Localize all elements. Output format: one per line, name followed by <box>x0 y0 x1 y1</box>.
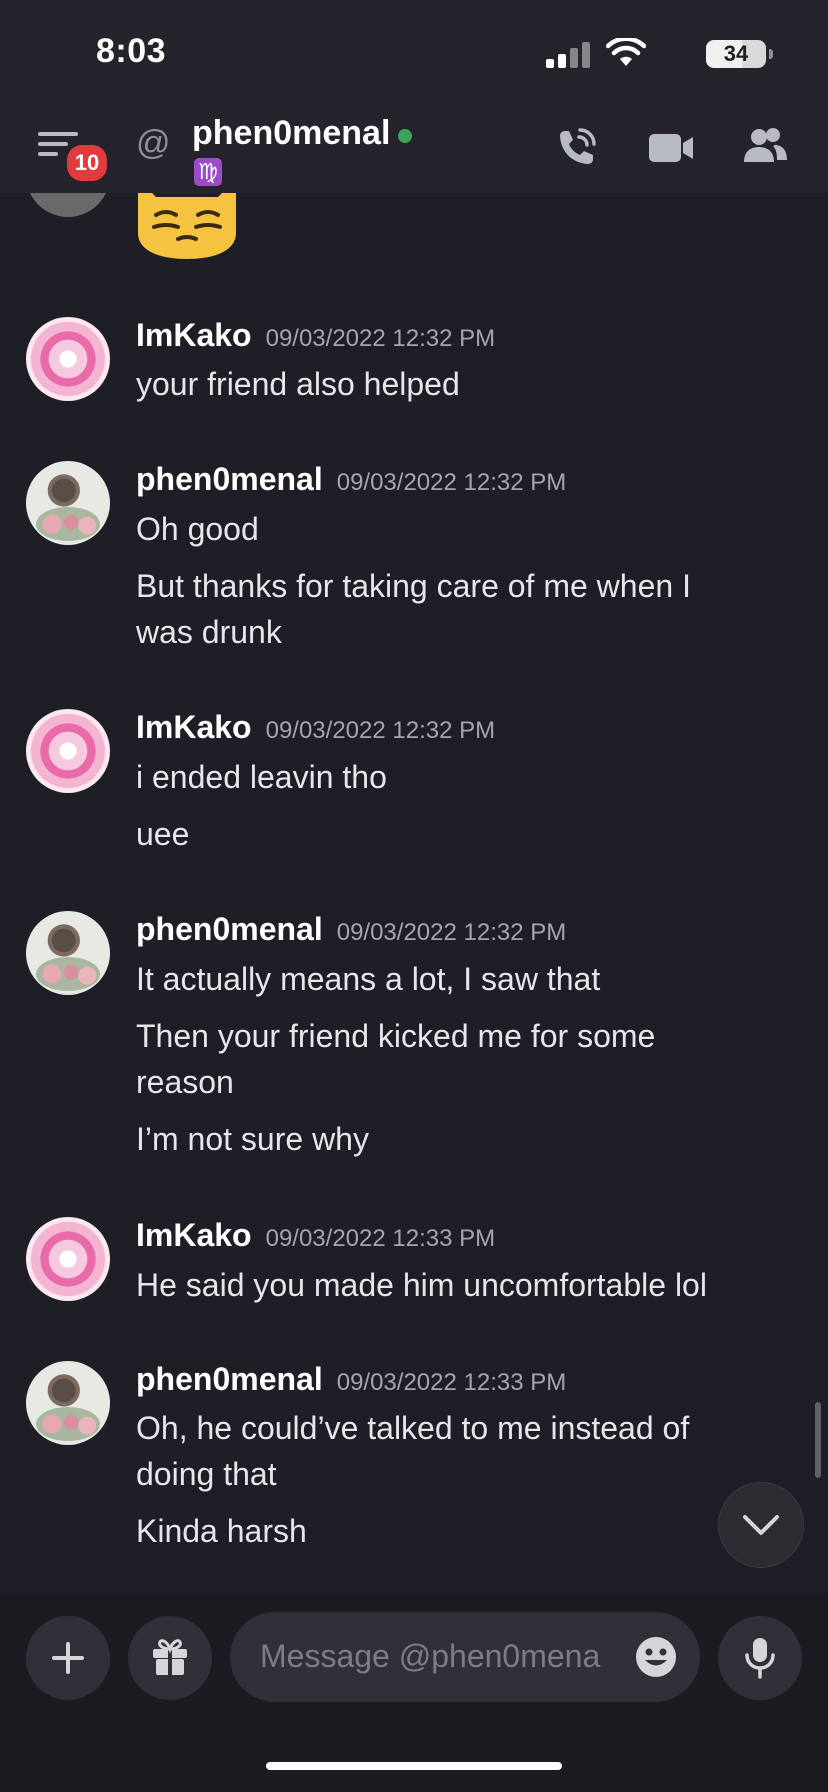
message-author[interactable]: ImKako 09/03/2022 12:32 PM <box>136 317 495 354</box>
battery-level: 34 <box>723 41 749 66</box>
gift-button[interactable] <box>128 1616 212 1700</box>
top-bar <box>0 0 828 193</box>
message-timestamp: 09/03/2022 12:32 PM <box>336 469 567 496</box>
video-icon[interactable] <box>648 130 694 166</box>
message-timestamp: 09/03/2022 12:32 PM <box>265 325 496 352</box>
call-icon[interactable] <box>554 126 598 170</box>
avatar[interactable] <box>26 317 110 401</box>
message-text: was drunk <box>136 614 282 650</box>
status-indicators: 34 <box>514 38 774 70</box>
scrollbar[interactable] <box>815 1402 821 1478</box>
gift-icon <box>153 1639 187 1675</box>
message-timestamp: 09/03/2022 12:32 PM <box>265 717 496 744</box>
message-text: Then your friend kicked me for some <box>136 1018 656 1054</box>
pensive-cat-emoji <box>138 193 236 259</box>
message-text: i ended leavin tho <box>136 759 387 795</box>
wifi-icon <box>606 38 646 66</box>
message-text: Kinda harsh <box>136 1513 307 1549</box>
emoji-icon[interactable] <box>634 1635 678 1679</box>
avatar[interactable] <box>26 1217 110 1301</box>
message-input-placeholder: Message @phen0mena <box>260 1638 601 1674</box>
status-time: 8:03 <box>96 32 167 70</box>
avatar[interactable] <box>26 911 110 995</box>
message-text: Oh good <box>136 511 259 547</box>
message-text: But thanks for taking care of me when I <box>136 568 691 604</box>
chat-title[interactable]: phen0menal <box>192 114 390 153</box>
battery-icon: 34 <box>706 40 773 68</box>
custom-status-emoji: ♍ <box>194 158 222 186</box>
voice-message-button[interactable] <box>718 1616 802 1700</box>
message-timestamp: 09/03/2022 12:32 PM <box>336 919 567 946</box>
online-status-icon <box>398 129 412 143</box>
avatar[interactable] <box>26 1361 110 1445</box>
message-author[interactable]: phen0menal 09/03/2022 12:32 PM <box>136 911 566 948</box>
avatar[interactable] <box>26 709 110 793</box>
add-attachment-button[interactable] <box>26 1616 110 1700</box>
home-indicator[interactable] <box>266 1762 562 1770</box>
jump-to-bottom-button[interactable] <box>718 1482 804 1568</box>
message-timestamp: 09/03/2022 12:33 PM <box>336 1369 567 1396</box>
notification-badge: 10 <box>64 142 110 184</box>
message-author[interactable]: ImKako 09/03/2022 12:32 PM <box>136 709 495 746</box>
message-text: doing that <box>136 1456 277 1492</box>
chevron-down-icon <box>743 1515 779 1535</box>
message-text: He said you made him uncomfortable lol <box>136 1267 707 1303</box>
avatar <box>26 193 110 217</box>
plus-icon <box>52 1642 84 1674</box>
message-author[interactable]: phen0menal 09/03/2022 12:32 PM <box>136 461 566 498</box>
message-author[interactable]: ImKako 09/03/2022 12:33 PM <box>136 1217 495 1254</box>
message-text: reason <box>136 1064 234 1100</box>
message-text: It actually means a lot, I saw that <box>136 961 601 997</box>
message-text: Oh, he could’ve talked to me instead of <box>136 1410 690 1446</box>
message-text: I’m not sure why <box>136 1121 369 1157</box>
message-list[interactable]: ImKako 09/03/2022 12:32 PM your friend al… <box>0 193 828 1593</box>
message-text: your friend also helped <box>136 366 460 402</box>
cellular-signal-icon <box>546 42 592 68</box>
message-input[interactable]: Message @phen0mena <box>230 1612 700 1702</box>
members-icon[interactable] <box>742 126 788 166</box>
message-author[interactable]: phen0menal 09/03/2022 12:33 PM <box>136 1361 566 1398</box>
message-text: uee <box>136 816 190 852</box>
at-icon: @ <box>136 124 171 162</box>
avatar[interactable] <box>26 461 110 545</box>
message-timestamp: 09/03/2022 12:33 PM <box>265 1225 496 1252</box>
microphone-icon <box>745 1638 775 1679</box>
